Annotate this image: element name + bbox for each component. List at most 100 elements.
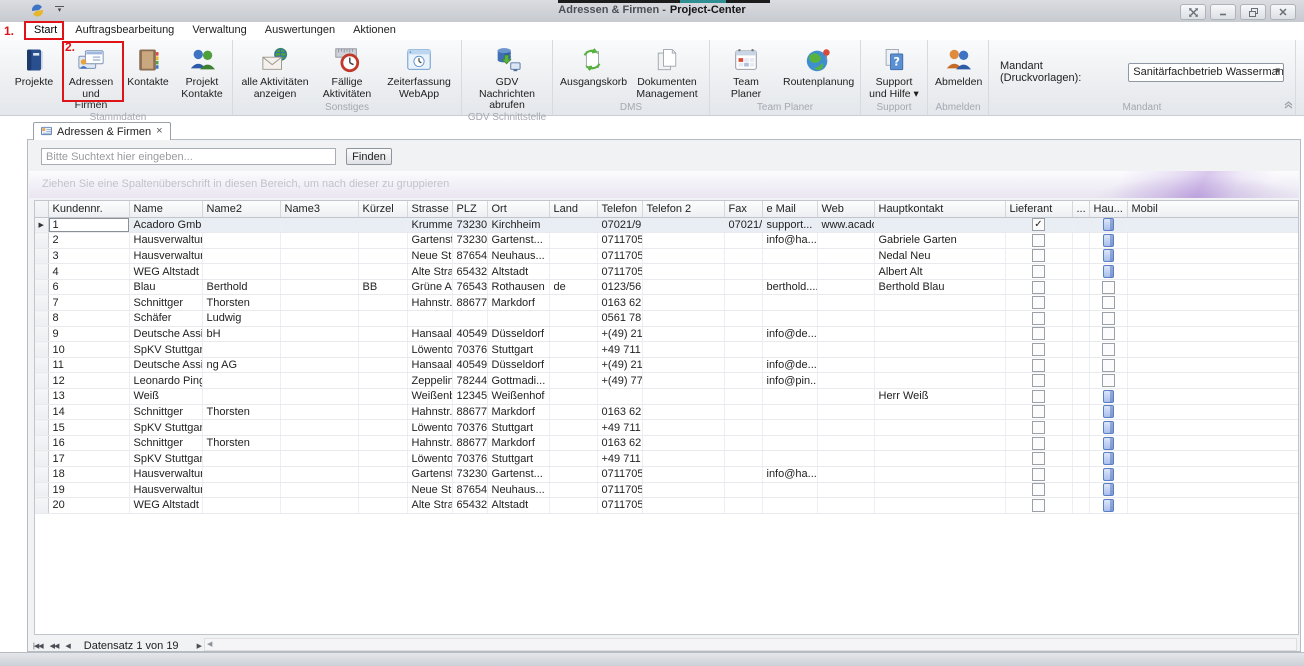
cell-strasse[interactable]: Neue Str... [407,482,452,498]
find-button[interactable]: Finden [346,148,392,165]
cell-fax[interactable] [724,435,762,451]
cell-email[interactable] [762,498,817,514]
hau-button-icon[interactable] [1103,421,1114,434]
cell-name3[interactable] [280,451,358,467]
lieferant-checkbox[interactable] [1032,421,1045,434]
hau-button-icon[interactable] [1103,452,1114,465]
cell-web[interactable] [817,404,874,420]
cell-email[interactable] [762,404,817,420]
cell-plz[interactable]: 76543 [452,279,487,295]
cell-fax[interactable] [724,311,762,327]
cell-ort[interactable]: Gartenst... [487,467,549,483]
table-row[interactable]: 17SpKV StuttgartLöwento...70376Stuttgart… [35,451,1298,467]
cell-lieferant[interactable] [1005,233,1072,249]
cell-kundennr[interactable]: 18 [48,467,129,483]
cell-telefon[interactable]: 0163 62... [597,295,642,311]
cell-kundennr[interactable]: 2 [48,233,129,249]
column-header-dots[interactable]: ... [1072,201,1089,217]
cell-strasse[interactable]: Neue Str... [407,248,452,264]
cell-dots[interactable] [1072,420,1089,436]
cell-mobil[interactable] [1127,342,1298,358]
table-row[interactable]: 10SpKV StuttgartLöwento...70376Stuttgart… [35,342,1298,358]
cell-name2[interactable] [202,233,280,249]
cell-telefon2[interactable] [642,342,724,358]
nav-next-icon[interactable]: ▶ [194,642,204,650]
cell-hauptkontakt[interactable]: Nedal Neu [874,248,1005,264]
cell-kuerzel[interactable] [358,233,407,249]
table-row[interactable]: ▶1Acadoro GmbHKrumme...73230Kirchheim070… [35,217,1298,233]
cell-kuerzel[interactable] [358,435,407,451]
table-row[interactable]: 2Hausverwaltung ...Gartenst...73230Garte… [35,233,1298,249]
cell-lieferant[interactable] [1005,482,1072,498]
lieferant-checkbox[interactable]: ✓ [1032,218,1045,231]
document-tab-adressen-firmen[interactable]: Adressen & Firmen × [33,122,171,140]
cell-strasse[interactable]: Hahnstr.... [407,435,452,451]
ribbon-button-routenplanung[interactable]: Routenplanung [779,42,857,89]
cell-telefon2[interactable] [642,217,724,233]
cell-land[interactable] [549,326,597,342]
cell-name[interactable]: SpKV Stuttgart [129,420,202,436]
cell-ort[interactable]: Weißenhof [487,389,549,405]
cell-dots[interactable] [1072,482,1089,498]
cell-name2[interactable] [202,342,280,358]
minimize-button[interactable] [1210,4,1236,20]
cell-dots[interactable] [1072,357,1089,373]
tab-auftragsbearbeitung[interactable]: Auftragsbearbeitung [66,22,183,39]
table-row[interactable]: 16SchnittgerThorstenHahnstr....88677Mark… [35,435,1298,451]
cell-web[interactable] [817,467,874,483]
ribbon-button-ausgangskorb[interactable]: Ausgangskorb [556,42,628,89]
cell-hau[interactable] [1089,435,1127,451]
cell-plz[interactable]: 65432 [452,498,487,514]
cell-dots[interactable] [1072,217,1089,233]
cell-ort[interactable] [487,311,549,327]
cell-plz[interactable]: 73230 [452,233,487,249]
search-input[interactable] [41,148,336,165]
lieferant-checkbox[interactable] [1032,296,1045,309]
cell-dots[interactable] [1072,389,1089,405]
cell-name3[interactable] [280,404,358,420]
cell-email[interactable] [762,451,817,467]
cell-land[interactable] [549,373,597,389]
cell-web[interactable] [817,264,874,280]
cell-name3[interactable] [280,233,358,249]
hau-button-icon[interactable] [1103,249,1114,262]
table-row[interactable]: 14SchnittgerThorstenHahnstr....88677Mark… [35,404,1298,420]
tab-verwaltung[interactable]: Verwaltung [183,22,255,39]
cell-hauptkontakt[interactable] [874,295,1005,311]
cell-web[interactable] [817,326,874,342]
cell-telefon[interactable]: 0711705... [597,467,642,483]
cell-hau[interactable] [1089,326,1127,342]
cell-dots[interactable] [1072,498,1089,514]
cell-kuerzel[interactable] [358,467,407,483]
cell-name3[interactable] [280,373,358,389]
cell-name[interactable]: Hausverwaltung ... [129,467,202,483]
cell-telefon[interactable]: 0163 62... [597,435,642,451]
cell-name[interactable]: Deutsche Assista... [129,357,202,373]
cell-telefon[interactable]: +49 711 ... [597,420,642,436]
cell-hau[interactable] [1089,404,1127,420]
cell-lieferant[interactable] [1005,467,1072,483]
cell-name2[interactable]: Thorsten [202,295,280,311]
cell-kundennr[interactable]: 19 [48,482,129,498]
lieferant-checkbox[interactable] [1032,468,1045,481]
cell-fax[interactable] [724,295,762,311]
hau-checkbox[interactable] [1102,359,1115,372]
cell-web[interactable] [817,279,874,295]
cell-name2[interactable] [202,264,280,280]
cell-email[interactable]: info@de... [762,357,817,373]
cell-lieferant[interactable] [1005,295,1072,311]
column-header-plz[interactable]: PLZ [452,201,487,217]
cell-lieferant[interactable] [1005,389,1072,405]
cell-name3[interactable] [280,482,358,498]
cell-mobil[interactable] [1127,404,1298,420]
cell-telefon[interactable]: 0711705... [597,498,642,514]
cell-dots[interactable] [1072,451,1089,467]
cell-hau[interactable] [1089,373,1127,389]
cell-email[interactable]: info@pin... [762,373,817,389]
ribbon-button-support-und-hilfe[interactable]: ? Support und Hilfe ▾ [864,42,924,100]
cell-ort[interactable]: Neuhaus... [487,482,549,498]
cell-lieferant[interactable] [1005,420,1072,436]
table-row[interactable]: 11Deutsche Assista...ng AGHansaall...405… [35,357,1298,373]
cell-mobil[interactable] [1127,467,1298,483]
cell-kundennr[interactable]: 7 [48,295,129,311]
